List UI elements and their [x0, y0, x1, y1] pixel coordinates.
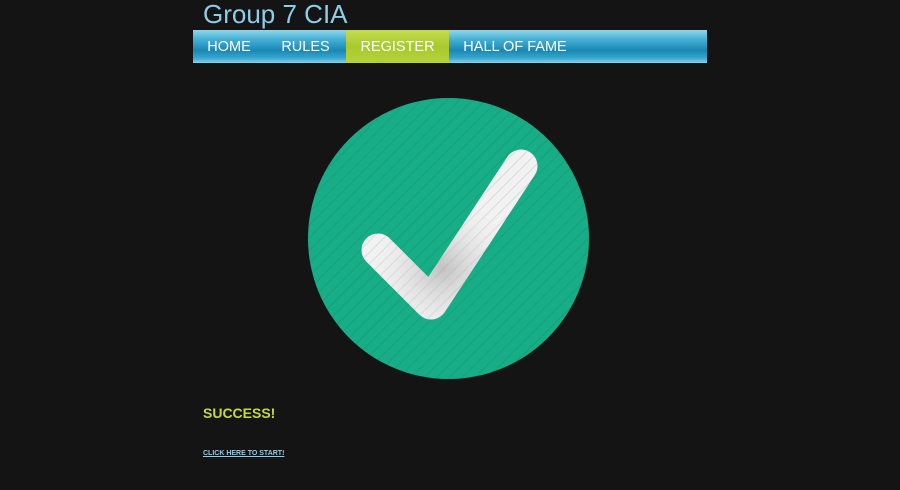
- success-message: SUCCESS!: [203, 405, 276, 421]
- checkmark-circle-icon: [308, 98, 589, 379]
- nav-hall-of-fame[interactable]: HALL OF FAME: [449, 30, 581, 63]
- start-link[interactable]: CLICK HERE TO START!: [203, 450, 284, 457]
- main-nav: HOME RULES REGISTER HALL OF FAME: [193, 30, 707, 63]
- site-title: Group 7 CIA: [203, 0, 348, 29]
- nav-register[interactable]: REGISTER: [346, 30, 449, 63]
- nav-rules[interactable]: RULES: [265, 30, 346, 63]
- nav-home[interactable]: HOME: [193, 30, 265, 63]
- page: Group 7 CIA HOME RULES REGISTER HALL OF …: [0, 0, 900, 490]
